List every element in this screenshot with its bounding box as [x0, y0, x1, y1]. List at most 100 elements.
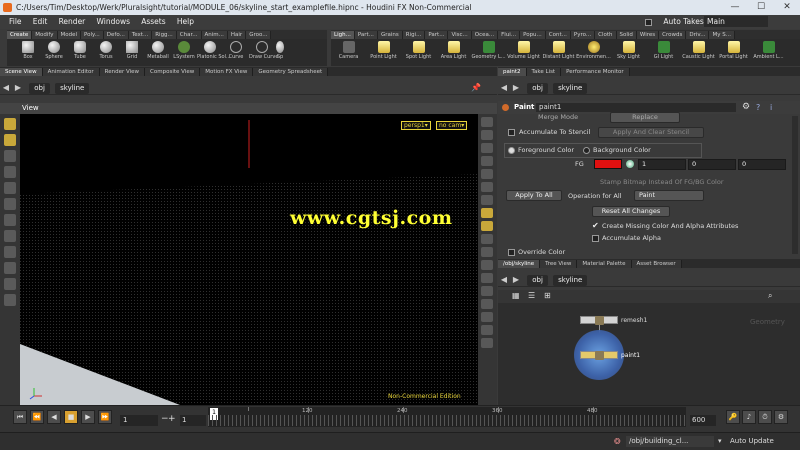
pin-icon[interactable]: 📌 — [470, 80, 482, 95]
fg-r-field[interactable]: 1 — [638, 159, 686, 170]
tool-ambient-light[interactable]: Ambient L... — [751, 39, 786, 60]
menu-windows[interactable]: Windows — [97, 17, 130, 26]
shelf-tab[interactable]: Crowds — [659, 31, 687, 39]
menu-render[interactable]: Render — [59, 17, 86, 26]
flipbook-icon[interactable] — [481, 325, 493, 335]
tool-camera[interactable]: Camera — [331, 39, 366, 60]
render-region-icon[interactable] — [481, 338, 493, 348]
auto-takes-toggle[interactable]: Auto Takes — [636, 15, 704, 29]
step-forward-button[interactable]: ⏩ — [98, 410, 112, 424]
tool-curve[interactable]: Curve — [223, 39, 249, 60]
network-editor[interactable]: ▦ ☰ ⊞ ⌕ Geometry remesh1 paint1 — [498, 290, 800, 405]
key-icon[interactable]: 🔑 — [726, 410, 740, 424]
brush-tool-icon[interactable] — [4, 278, 16, 290]
tool-volume-light[interactable]: Volume Light — [506, 39, 541, 60]
shelf-tab-lights[interactable]: Ligh... — [331, 31, 355, 39]
shelf-tab[interactable]: Cloth — [595, 31, 617, 39]
range-start-field[interactable]: 1 — [120, 415, 158, 426]
lasso-tool-icon[interactable] — [4, 294, 16, 306]
path-crumb-obj[interactable]: obj — [29, 83, 50, 94]
normals-icon[interactable] — [481, 247, 493, 257]
network-layout-icon[interactable]: ▦ — [512, 291, 520, 300]
bone-icon[interactable] — [481, 312, 493, 322]
forward-arrow-icon[interactable]: ▶ — [12, 80, 24, 95]
auto-update-button[interactable]: Auto Update — [730, 436, 774, 447]
menu-help[interactable]: Help — [177, 17, 194, 26]
tab-asset-browser[interactable]: Asset Browser — [631, 260, 682, 268]
shelf-tab[interactable]: Text... — [128, 31, 153, 39]
rotate-tool-icon[interactable] — [4, 150, 16, 162]
tool-sky-light[interactable]: Sky Light — [611, 39, 646, 60]
camera-view-icon[interactable] — [481, 234, 493, 244]
network-search-icon[interactable]: ⌕ — [768, 291, 772, 301]
accumulate-alpha-checkbox[interactable] — [592, 235, 599, 242]
range-end-field[interactable]: 600 — [690, 415, 716, 426]
tool-box[interactable]: Box — [15, 39, 41, 60]
play-button[interactable]: ▶ — [81, 410, 95, 424]
realtime-icon[interactable]: ⏱ — [758, 410, 772, 424]
shelf-tab[interactable]: Rigg... — [152, 31, 177, 39]
magnet-tool-icon[interactable] — [4, 262, 16, 274]
stop-button[interactable]: ■ — [64, 410, 78, 424]
primitive-icon[interactable] — [481, 286, 493, 296]
tab-tree-view[interactable]: Tree View — [540, 260, 578, 268]
tool-spray[interactable]: Sp — [275, 39, 285, 60]
shelf-tab[interactable]: Poly... — [81, 31, 104, 39]
tool-tube[interactable]: Tube — [67, 39, 93, 60]
display-option-icon[interactable] — [481, 117, 493, 127]
path-crumb-skyline[interactable]: skyline — [55, 83, 90, 94]
node-name-field[interactable]: paint1 — [536, 103, 736, 112]
shelf-tab[interactable]: Wires — [636, 31, 660, 39]
tool-lsystem[interactable]: LSystem — [171, 39, 197, 60]
tool-caustic-light[interactable]: Caustic Light — [681, 39, 716, 60]
paint-tool-icon[interactable] — [4, 246, 16, 258]
reset-all-button[interactable]: Reset All Changes — [592, 206, 670, 217]
gear-icon[interactable]: ⚙ — [742, 101, 750, 114]
forward-arrow-icon[interactable]: ▶ — [510, 272, 522, 287]
select-tool-icon[interactable] — [4, 118, 16, 130]
shelf-tab[interactable]: Char... — [176, 31, 202, 39]
tool-gi-light[interactable]: GI Light — [646, 39, 681, 60]
tool-point-light[interactable]: Point Light — [366, 39, 401, 60]
tool-torus[interactable]: Torus — [93, 39, 119, 60]
info-icon[interactable]: i — [770, 101, 772, 114]
maximize-button[interactable]: ☐ — [748, 0, 774, 15]
auto-update-icon[interactable]: ▾ — [718, 436, 722, 447]
shelf-tab[interactable]: Defo... — [103, 31, 129, 39]
tool-geometry-light[interactable]: Geometry L... — [471, 39, 506, 60]
shelf-tab[interactable]: Driv... — [686, 31, 710, 39]
vertex-icon[interactable] — [481, 273, 493, 283]
light-icon[interactable] — [481, 143, 493, 153]
plus-icon[interactable]: + — [168, 414, 176, 424]
tab-performance-monitor[interactable]: Performance Monitor — [561, 68, 630, 76]
menu-edit[interactable]: Edit — [33, 17, 48, 26]
shelf-tab[interactable]: Cont... — [545, 31, 571, 39]
shade-icon[interactable] — [481, 182, 493, 192]
move-tool-icon[interactable] — [4, 134, 16, 146]
sound-icon[interactable]: ♪ — [742, 410, 756, 424]
menu-assets[interactable]: Assets — [141, 17, 165, 26]
accumulate-stencil-checkbox[interactable] — [508, 129, 515, 136]
help-icon[interactable]: ? — [756, 101, 760, 114]
fg-g-field[interactable]: 0 — [688, 159, 736, 170]
wireframe-icon[interactable] — [481, 169, 493, 179]
tab-composite-view[interactable]: Composite View — [145, 68, 201, 76]
create-missing-checkmark-icon[interactable]: ✔ — [592, 221, 599, 230]
fg-color-swatch[interactable] — [594, 159, 622, 169]
tool-distant-light[interactable]: Distant Light — [541, 39, 576, 60]
edge-icon[interactable] — [481, 299, 493, 309]
path-crumb-obj[interactable]: obj — [527, 275, 548, 286]
back-arrow-icon[interactable]: ◀ — [498, 272, 510, 287]
merge-mode-select[interactable]: Replace — [610, 112, 680, 123]
node-remesh1[interactable] — [580, 316, 618, 325]
shelf-tab[interactable]: Anim... — [201, 31, 228, 39]
foreground-color-radio[interactable] — [508, 147, 515, 154]
close-button[interactable]: ✕ — [774, 0, 800, 15]
camera-menu[interactable]: persp1▾ — [401, 121, 431, 130]
tool-area-light[interactable]: Area Light — [436, 39, 471, 60]
shelf-tab[interactable]: Flui... — [498, 31, 521, 39]
tab-paint2[interactable]: paint2 — [498, 68, 527, 76]
path-crumb-skyline[interactable]: skyline — [553, 275, 588, 286]
tool-metaball[interactable]: Metaball — [145, 39, 171, 60]
tab-take-list[interactable]: Take List — [526, 68, 562, 76]
